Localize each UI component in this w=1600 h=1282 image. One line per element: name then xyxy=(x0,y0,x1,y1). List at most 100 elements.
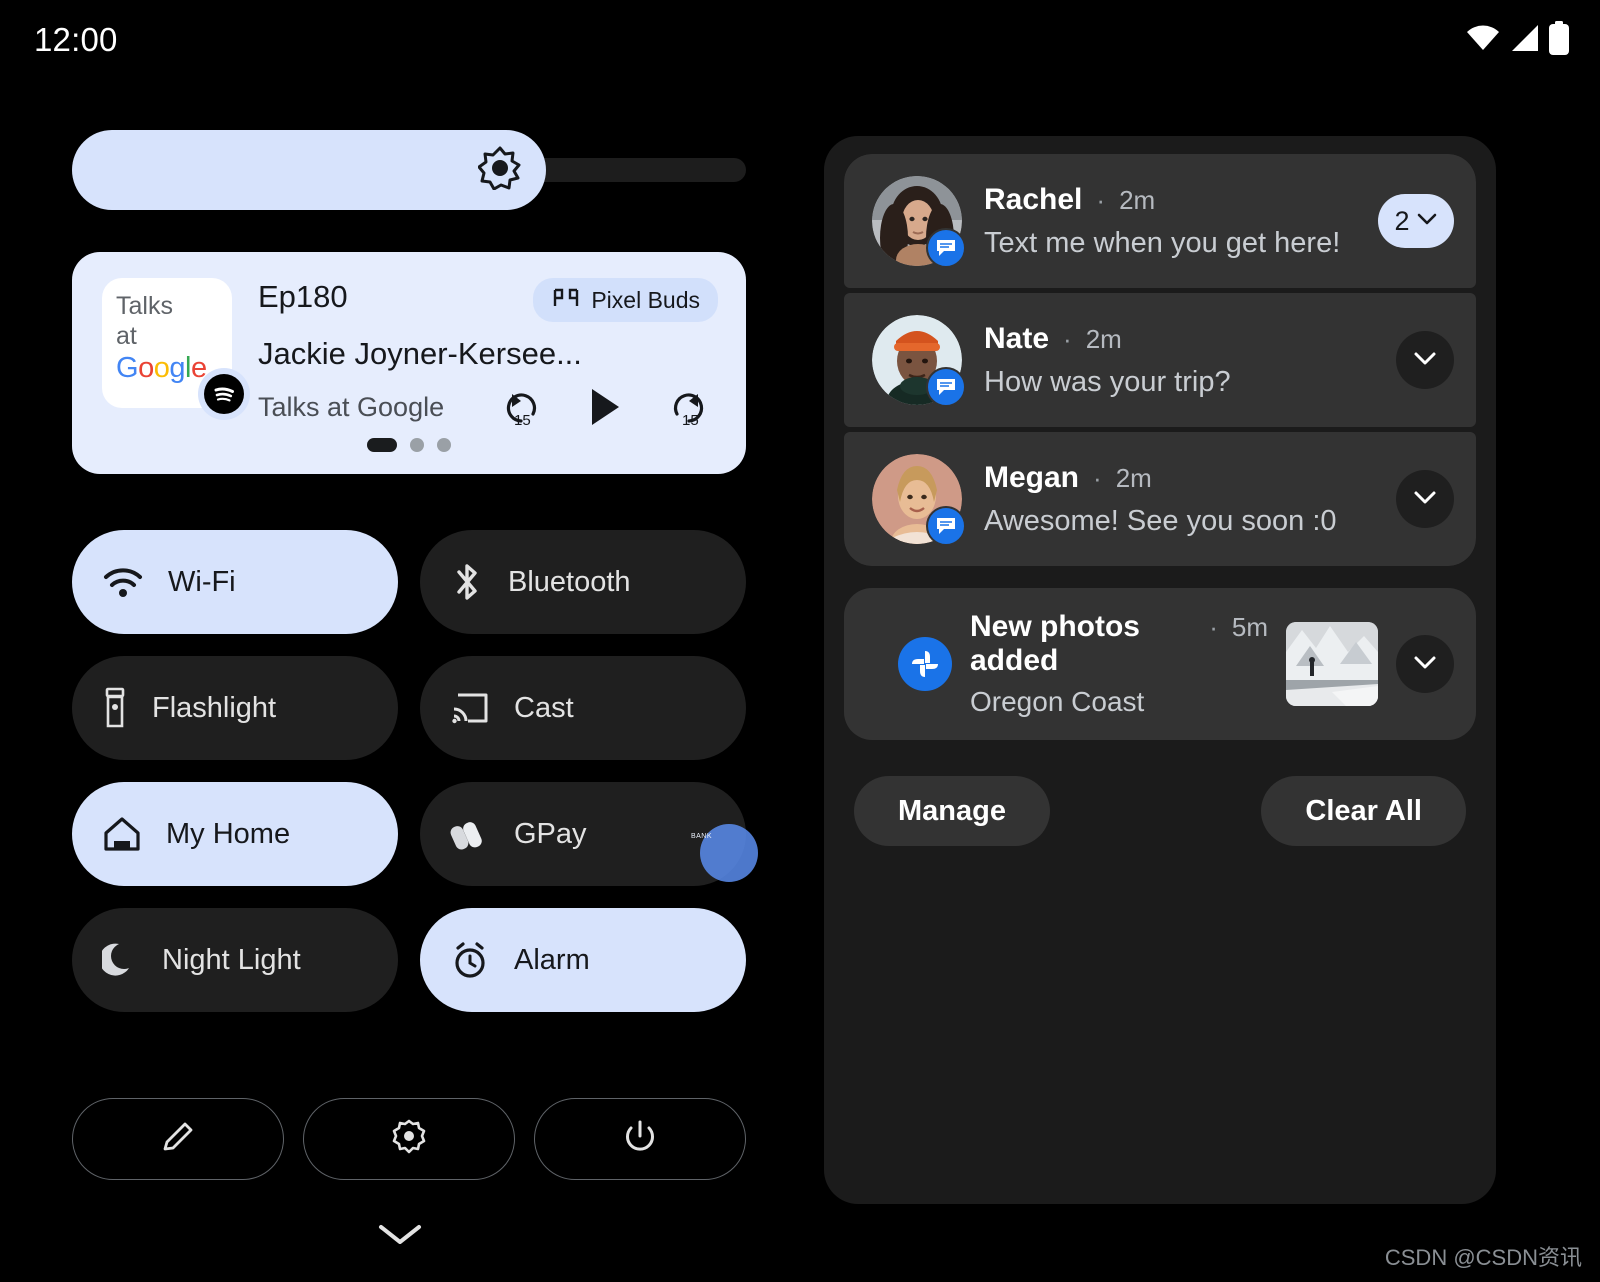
media-episode: Ep180 xyxy=(258,280,348,314)
tile-my-home[interactable]: My Home xyxy=(72,782,398,886)
notification-sender: Nate xyxy=(984,322,1049,356)
page-dot-1[interactable] xyxy=(367,438,397,452)
photos-notification-expand-button[interactable] xyxy=(1396,635,1454,693)
tile-cast[interactable]: Cast xyxy=(420,656,746,760)
tile-label: Flashlight xyxy=(152,692,276,725)
notification-separator: · xyxy=(1063,324,1072,355)
tile-label: Cast xyxy=(514,692,574,725)
tile-label: My Home xyxy=(166,818,290,851)
brightness-slider[interactable] xyxy=(72,130,746,210)
play-button[interactable] xyxy=(588,387,622,427)
earbuds-icon xyxy=(551,287,581,314)
chevron-down-icon xyxy=(1412,654,1438,675)
tile-night-light[interactable]: Night Light xyxy=(72,908,398,1012)
media-player-card[interactable]: Talks at Google xyxy=(72,252,746,474)
photos-notification-row[interactable]: New photos added · 5m Oregon Coast xyxy=(844,588,1476,740)
notification-sender: Megan xyxy=(984,461,1079,495)
notification-header: Nate · 2m xyxy=(984,322,1374,356)
notification-time: 5m xyxy=(1232,612,1268,643)
spotify-icon xyxy=(198,368,250,420)
bluetooth-icon xyxy=(450,562,484,602)
tile-label: Bluetooth xyxy=(508,566,631,599)
notification-row[interactable]: Nate · 2m How was your trip? xyxy=(844,293,1476,427)
album-art-line-1: Talks xyxy=(116,292,232,322)
notification-time: 2m xyxy=(1119,185,1155,216)
tile-wifi[interactable]: Wi-Fi xyxy=(72,530,398,634)
settings-button[interactable] xyxy=(303,1098,515,1180)
notification-message: Awesome! See you soon :0 xyxy=(984,505,1374,538)
notification-expand-count-chip[interactable]: 2 xyxy=(1378,194,1454,248)
watermark: CSDN @CSDN资讯 xyxy=(1385,1240,1582,1272)
tile-label: Alarm xyxy=(514,944,590,977)
notification-time: 2m xyxy=(1116,463,1152,494)
media-sub-row: Talks at Google 15 xyxy=(258,384,718,430)
cellular-signal-icon xyxy=(1509,24,1539,57)
media-artist: Talks at Google xyxy=(258,392,444,423)
notification-separator: · xyxy=(1093,463,1102,494)
rewind-15-button[interactable]: 15 xyxy=(500,384,546,430)
tile-gpay[interactable]: GPay BANK xyxy=(420,782,746,886)
media-header-row: Ep180 Pixel Buds xyxy=(258,280,718,322)
wifi-icon xyxy=(102,566,144,598)
quick-settings-screen: 12:00 xyxy=(0,0,1600,1282)
notification-sender: Rachel xyxy=(984,183,1082,217)
messages-icon xyxy=(926,228,966,268)
power-button[interactable] xyxy=(534,1098,746,1180)
media-page-dots[interactable] xyxy=(72,438,746,452)
notification-expand-button[interactable] xyxy=(1396,331,1454,389)
cast-icon xyxy=(450,691,490,725)
google-photos-icon xyxy=(898,637,952,691)
conversation-notification-group: Rachel · 2m Text me when you get here! 2 xyxy=(844,154,1476,566)
tile-alarm[interactable]: Alarm xyxy=(420,908,746,1012)
photo-thumbnail-beach xyxy=(1286,622,1378,706)
status-icons xyxy=(1466,21,1570,60)
output-device-chip[interactable]: Pixel Buds xyxy=(533,278,718,322)
chevron-down-icon xyxy=(1412,489,1438,510)
avatar xyxy=(872,315,962,405)
moon-icon xyxy=(102,941,138,979)
tile-flashlight[interactable]: Flashlight xyxy=(72,656,398,760)
album-art-wrapper: Talks at Google xyxy=(102,278,232,408)
page-dot-3[interactable] xyxy=(437,438,451,452)
page-dot-2[interactable] xyxy=(410,438,424,452)
gpay-icon xyxy=(450,817,490,851)
spotify-glyph xyxy=(204,374,244,414)
edit-tiles-button[interactable] xyxy=(72,1098,284,1180)
photos-notification-header: New photos added · 5m xyxy=(970,610,1268,678)
notification-separator: · xyxy=(1096,185,1105,216)
photos-notification-subtitle: Oregon Coast xyxy=(970,686,1268,718)
notification-separator: · xyxy=(1209,612,1218,643)
alarm-icon xyxy=(450,940,490,980)
notification-expand-button[interactable] xyxy=(1396,470,1454,528)
tile-bluetooth[interactable]: Bluetooth xyxy=(420,530,746,634)
battery-icon xyxy=(1548,21,1570,60)
svg-text:15: 15 xyxy=(514,412,531,429)
messages-icon xyxy=(926,506,966,546)
avatar xyxy=(872,176,962,266)
avatar xyxy=(872,454,962,544)
media-top-row: Talks at Google xyxy=(102,278,718,430)
brightness-fill[interactable] xyxy=(72,130,546,210)
manage-button[interactable]: Manage xyxy=(854,776,1050,846)
quick-settings-panel: Talks at Google xyxy=(0,80,800,1282)
notification-body: Nate · 2m How was your trip? xyxy=(984,322,1374,399)
notification-header: Megan · 2m xyxy=(984,461,1374,495)
forward-15-button[interactable]: 15 xyxy=(664,384,710,430)
flashlight-icon xyxy=(102,687,128,729)
notification-count: 2 xyxy=(1394,206,1409,237)
photos-notification-body: New photos added · 5m Oregon Coast xyxy=(970,610,1268,718)
gear-icon xyxy=(390,1118,428,1161)
tile-label: GPay xyxy=(514,818,587,851)
quick-settings-footer xyxy=(72,1098,746,1180)
media-title: Jackie Joyner-Kersee... xyxy=(258,336,718,372)
collapse-shade-handle[interactable] xyxy=(0,1220,800,1253)
media-controls: 15 15 xyxy=(500,384,718,430)
status-bar: 12:00 xyxy=(0,0,1600,80)
messages-icon xyxy=(926,367,966,407)
chevron-down-icon xyxy=(1412,350,1438,371)
notification-body: Rachel · 2m Text me when you get here! xyxy=(984,183,1356,260)
clear-all-button[interactable]: Clear All xyxy=(1261,776,1466,846)
notification-row[interactable]: Rachel · 2m Text me when you get here! 2 xyxy=(844,154,1476,288)
tile-label: Night Light xyxy=(162,944,301,977)
notification-row[interactable]: Megan · 2m Awesome! See you soon :0 xyxy=(844,432,1476,566)
